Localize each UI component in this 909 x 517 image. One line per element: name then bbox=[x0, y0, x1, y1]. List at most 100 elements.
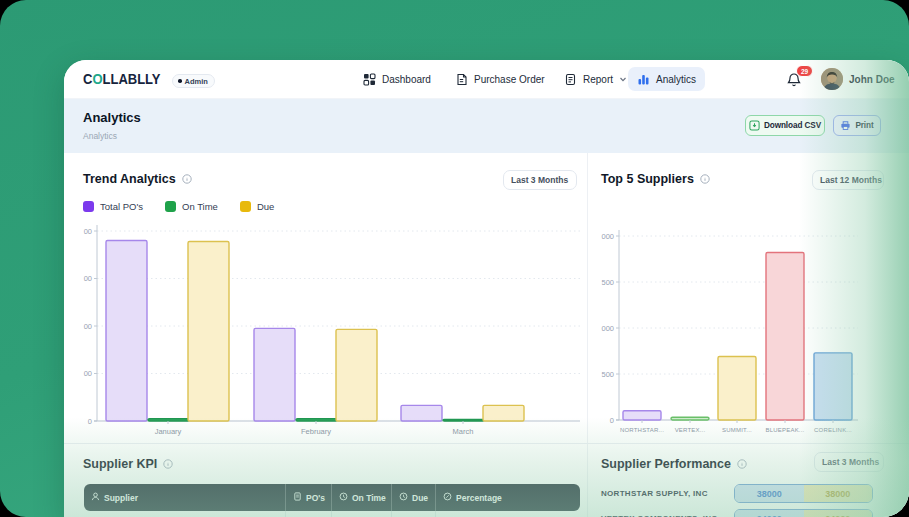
top5-suppliers-section: Top 5 Suppliers Last 12 Months 0 500 000 50… bbox=[588, 153, 909, 443]
x-category-label: January bbox=[155, 427, 182, 436]
report-icon bbox=[564, 73, 577, 86]
top-nav: COLLABLLY Admin DashboardPurchase OrderR… bbox=[64, 60, 909, 99]
legend-item[interactable]: Due bbox=[240, 201, 274, 212]
top5-suppliers-title: Top 5 Suppliers bbox=[601, 172, 710, 186]
y-tick-label: 000 bbox=[601, 324, 614, 333]
kpi-header-percentage[interactable]: Percentage bbox=[436, 484, 580, 511]
performance-left-value: 38000 bbox=[735, 485, 804, 502]
page-header: Analytics Analytics Download CSV Print bbox=[64, 99, 909, 153]
notifications-button[interactable]: 29 bbox=[786, 69, 808, 91]
bar-march-1[interactable] bbox=[443, 420, 484, 422]
bar-january-2[interactable] bbox=[188, 241, 229, 421]
page-title: Analytics bbox=[83, 110, 141, 125]
legend-item[interactable]: Total PO's bbox=[83, 201, 143, 212]
trend-chart: 000000000JanuaryFebruaryMarch bbox=[64, 213, 588, 443]
performance-bar[interactable]: 2406024060 bbox=[734, 509, 873, 517]
percent-icon bbox=[443, 492, 452, 503]
download-csv-button[interactable]: Download CSV bbox=[745, 115, 825, 136]
bar-february-2[interactable] bbox=[336, 329, 377, 421]
kpi-body-cell bbox=[286, 511, 332, 517]
supplier-kpi-section: Supplier KPI SupplierPO'sOn TimeDuePerce… bbox=[64, 443, 588, 517]
legend-swatch bbox=[240, 201, 251, 212]
user-name[interactable]: John Doe bbox=[849, 74, 895, 85]
info-icon[interactable] bbox=[182, 174, 192, 184]
performance-right-value: 24060 bbox=[804, 510, 873, 517]
chevron-down-icon bbox=[619, 75, 627, 83]
doc-icon bbox=[293, 492, 302, 503]
bar-march-2[interactable] bbox=[483, 405, 524, 421]
kpi-table-body bbox=[84, 511, 580, 517]
info-icon[interactable] bbox=[700, 174, 710, 184]
trend-legend: Total PO's On Time Due bbox=[83, 201, 274, 212]
x-category-label: BLUEPEAK... bbox=[766, 427, 805, 433]
top5-range-select[interactable]: Last 12 Months bbox=[812, 170, 884, 190]
nav-item-purchase-order[interactable]: Purchase Order bbox=[446, 67, 554, 91]
nav-item-dashboard[interactable]: Dashboard bbox=[354, 67, 440, 91]
app-window: COLLABLLY Admin DashboardPurchase OrderR… bbox=[64, 60, 909, 517]
bar-february-0[interactable] bbox=[254, 328, 295, 421]
y-tick-label: 500 bbox=[601, 278, 614, 287]
x-category-label: VERTEX... bbox=[675, 427, 706, 433]
x-category-label: SUMMIT... bbox=[722, 427, 752, 433]
avatar[interactable] bbox=[821, 68, 843, 90]
download-icon bbox=[749, 120, 760, 131]
supplier-kpi-table: SupplierPO'sOn TimeDuePercentage bbox=[84, 484, 580, 517]
y-tick-label: 0 bbox=[610, 416, 614, 425]
kpi-header-po-s[interactable]: PO's bbox=[286, 484, 332, 511]
kpi-header-supplier[interactable]: Supplier bbox=[84, 484, 286, 511]
performance-range-select[interactable]: Last 3 Months bbox=[814, 452, 884, 472]
bar-march-0[interactable] bbox=[401, 405, 442, 421]
y-tick-label: 00 bbox=[84, 274, 92, 283]
bar-february-1[interactable] bbox=[296, 419, 337, 421]
kpi-header-due[interactable]: Due bbox=[392, 484, 436, 511]
y-tick-label: 00 bbox=[84, 227, 92, 236]
x-category-label: March bbox=[453, 427, 474, 436]
screenshot-frame: COLLABLLY Admin DashboardPurchase OrderR… bbox=[0, 0, 909, 517]
info-icon[interactable] bbox=[163, 459, 173, 469]
main-content: Trend Analytics Last 3 Months Total PO's… bbox=[64, 153, 909, 517]
analytics-icon bbox=[637, 73, 650, 86]
performance-right-value: 38000 bbox=[804, 485, 873, 502]
legend-swatch bbox=[165, 201, 176, 212]
performance-left-value: 24060 bbox=[735, 510, 804, 517]
kpi-header-on-time[interactable]: On Time bbox=[332, 484, 392, 511]
y-tick-label: 00 bbox=[84, 369, 92, 378]
admin-badge: Admin bbox=[172, 74, 215, 88]
info-icon[interactable] bbox=[737, 459, 747, 469]
admin-dot-icon bbox=[178, 79, 182, 83]
y-tick-label: 500 bbox=[601, 370, 614, 379]
x-category-label: NORTHSTAR... bbox=[620, 427, 664, 433]
nav-item-analytics[interactable]: Analytics bbox=[628, 67, 705, 91]
trend-analytics-section: Trend Analytics Last 3 Months Total PO's… bbox=[64, 153, 588, 443]
supplier-performance-title: Supplier Performance bbox=[601, 457, 747, 471]
x-category-label: CORELINK... bbox=[814, 427, 852, 433]
performance-bar[interactable]: 3800038000 bbox=[734, 484, 873, 503]
brand-logo[interactable]: COLLABLLY bbox=[83, 71, 161, 87]
clock-icon bbox=[339, 492, 348, 503]
dashboard-icon bbox=[363, 73, 376, 86]
breadcrumb: Analytics bbox=[83, 131, 117, 141]
x-category-label: February bbox=[301, 427, 331, 436]
bar-bluepeak[interactable] bbox=[766, 253, 804, 420]
bar-vertex[interactable] bbox=[671, 417, 709, 420]
trend-range-select[interactable]: Last 3 Months bbox=[503, 170, 577, 190]
legend-swatch bbox=[83, 201, 94, 212]
bar-corelink[interactable] bbox=[814, 353, 852, 420]
person-icon bbox=[91, 492, 100, 503]
nav-item-report[interactable]: Report bbox=[555, 67, 636, 91]
kpi-table-header: SupplierPO'sOn TimeDuePercentage bbox=[84, 484, 580, 511]
purchase-order-icon bbox=[455, 73, 468, 86]
bar-january-0[interactable] bbox=[106, 241, 147, 422]
legend-item[interactable]: On Time bbox=[165, 201, 218, 212]
performance-row: VERTEX COMPONENTS, INC2406024060 bbox=[601, 509, 896, 517]
print-button[interactable]: Print bbox=[833, 115, 881, 136]
performance-row: NORTHSTAR SUPPLY, INC3800038000 bbox=[601, 484, 896, 503]
supplier-performance-section: Supplier Performance Last 3 Months NORTH… bbox=[588, 443, 909, 517]
y-tick-label: 000 bbox=[601, 232, 614, 241]
bar-northstar[interactable] bbox=[623, 411, 661, 420]
kpi-body-cell bbox=[436, 511, 580, 517]
bar-january-1[interactable] bbox=[148, 419, 189, 421]
clock-icon bbox=[399, 492, 408, 503]
notification-badge: 29 bbox=[796, 65, 813, 77]
bar-summit[interactable] bbox=[718, 357, 756, 420]
